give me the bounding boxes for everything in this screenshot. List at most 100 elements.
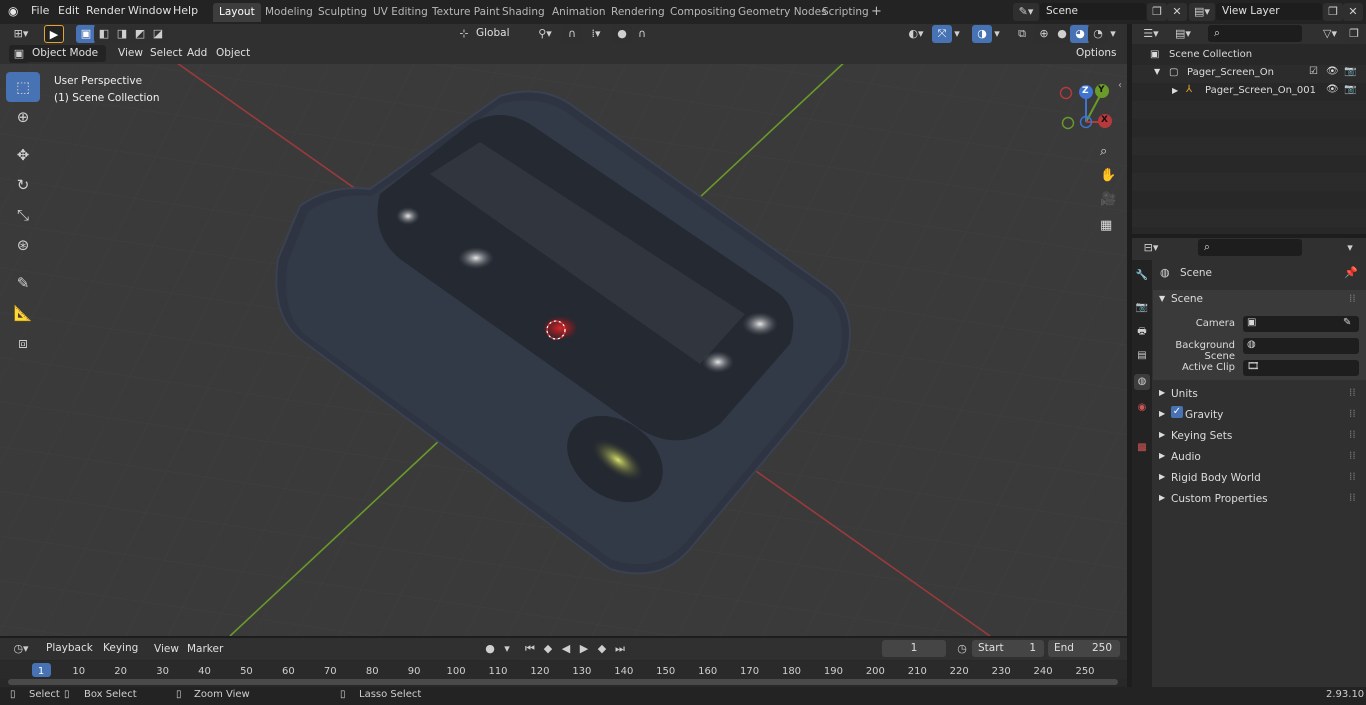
render-camera-icon[interactable]: 📷 (1344, 66, 1356, 77)
active-clip-field[interactable]: 🎞 (1243, 360, 1359, 376)
select-box-icon[interactable]: ⬚ (6, 72, 40, 102)
exclude-checkbox-icon[interactable]: ☑ (1309, 66, 1318, 77)
drag-handle-icon[interactable]: ⁞⁞ (1349, 450, 1356, 462)
view-layer-field[interactable]: View Layer (1216, 3, 1322, 20)
next-keyframe-icon[interactable]: ◆ (592, 640, 612, 658)
drag-handle-icon[interactable]: ⁞⁞ (1349, 429, 1356, 441)
filter-icon[interactable]: ▽▾ (1318, 25, 1342, 43)
output-tab-icon[interactable]: 🖶 (1134, 324, 1150, 340)
menu-view[interactable]: View (118, 47, 143, 59)
camera-view-icon[interactable]: 🎥 (1100, 192, 1116, 207)
new-scene-icon[interactable]: ❐ (1147, 3, 1167, 21)
add-workspace-button[interactable]: + (871, 4, 882, 19)
rigid-body-world-panel-header[interactable]: ▶ Rigid Body World ⁞⁞ (1153, 468, 1366, 488)
shading-rendered-icon[interactable]: ◔ (1088, 25, 1108, 43)
menu-edit[interactable]: Edit (58, 4, 79, 17)
editor-type-icon[interactable]: ⊞▾ (7, 25, 35, 43)
scale-icon[interactable]: ⤡ (6, 200, 40, 230)
drag-handle-icon[interactable]: ⁞⁞ (1349, 492, 1356, 504)
gizmo-z-label[interactable]: Z (1082, 86, 1089, 96)
pan-hand-icon[interactable]: ✋ (1100, 168, 1116, 183)
menu-add[interactable]: Add (187, 47, 207, 59)
expand-arrow-icon[interactable]: ▼ (1154, 67, 1160, 76)
eyedropper-icon[interactable]: ✎ (1343, 317, 1351, 328)
tab-animation[interactable]: Animation (546, 3, 612, 22)
scene-panel-header[interactable]: ▼ Scene ⁞⁞ (1153, 290, 1366, 310)
select-mode-new-icon[interactable]: ▣ (76, 25, 96, 43)
view-layer-tab-icon[interactable]: ▤ (1134, 348, 1150, 364)
select-mode-subtract-icon[interactable]: ◨ (112, 25, 132, 43)
menu-help[interactable]: Help (173, 4, 198, 17)
shading-dropdown-icon[interactable]: ▾ (1106, 25, 1120, 43)
visibility-eye-icon[interactable]: 👁 (1326, 66, 1339, 77)
texture-tab-icon[interactable]: ▩ (1134, 440, 1150, 456)
xray-icon[interactable]: ⧉ (1012, 25, 1032, 43)
object-label[interactable]: Pager_Screen_On_001 (1205, 85, 1316, 96)
collection-label[interactable]: Pager_Screen_On (1187, 67, 1274, 78)
prev-keyframe-icon[interactable]: ◆ (538, 640, 558, 658)
new-view-layer-icon[interactable]: ❐ (1323, 3, 1343, 21)
snap-target-icon[interactable]: ⁞▾ (584, 25, 608, 43)
display-mode-icon[interactable]: ▤▾ (1170, 25, 1196, 43)
auto-key-dropdown-icon[interactable]: ▾ (500, 640, 514, 658)
menu-file[interactable]: File (31, 4, 49, 17)
visibility-icon[interactable]: ◐▾ (904, 25, 928, 43)
menu-object[interactable]: Object (216, 47, 250, 59)
expand-arrow-icon[interactable]: ▶ (1172, 86, 1178, 95)
3d-viewport[interactable]: Z Y X User Perspective (1) Scene Collect… (0, 44, 1127, 636)
menu-select[interactable]: Select (150, 47, 182, 59)
scene-selector-icon[interactable]: ✎▾ (1013, 3, 1039, 21)
drag-handle-icon[interactable]: ⁞⁞ (1349, 471, 1356, 483)
custom-properties-panel-header[interactable]: ▶ Custom Properties ⁞⁞ (1153, 489, 1366, 509)
drag-handle-icon[interactable]: ⁞⁞ (1349, 408, 1356, 420)
timeline-view-menu[interactable]: View (154, 643, 179, 655)
end-frame-field[interactable]: End 250 (1048, 640, 1120, 657)
shading-solid-icon[interactable]: ● (1052, 25, 1072, 43)
cursor-icon[interactable]: ⊕ (6, 102, 40, 132)
proportional-edit-icon[interactable]: ● (612, 25, 632, 43)
render-tab-icon[interactable]: 📷 (1134, 300, 1150, 316)
overlay-toggle-icon[interactable]: ◑ (972, 25, 992, 43)
playback-menu[interactable]: Playback (40, 640, 96, 657)
select-mode-extend-icon[interactable]: ◧ (94, 25, 114, 43)
visibility-eye-icon[interactable]: 👁 (1326, 84, 1339, 95)
properties-search-input[interactable]: ⌕ (1198, 239, 1302, 256)
tab-uv-editing[interactable]: UV Editing (367, 3, 434, 22)
keying-sets-panel-header[interactable]: ▶ Keying Sets ⁞⁞ (1153, 426, 1366, 446)
background-scene-field[interactable]: ◍ (1243, 338, 1359, 354)
new-collection-icon[interactable]: ❐ (1344, 25, 1364, 43)
zoom-icon[interactable]: ⌕ (1100, 144, 1107, 159)
sidebar-toggle-icon[interactable]: ‹ (1118, 80, 1122, 91)
drag-handle-icon[interactable]: ⁞⁞ (1349, 387, 1356, 399)
select-mode-intersect-icon[interactable]: ◪ (148, 25, 168, 43)
tab-scripting[interactable]: Scripting (816, 3, 875, 22)
world-tab-icon[interactable]: ◉ (1134, 400, 1150, 416)
mode-dropdown[interactable]: Object Mode (26, 45, 106, 62)
falloff-icon[interactable]: ∩ (632, 25, 652, 43)
blender-logo-icon[interactable]: ◉ (8, 4, 18, 18)
gravity-checkbox-icon[interactable]: ✓ (1171, 406, 1183, 418)
gizmo-toggle-icon[interactable]: ⤧ (932, 25, 952, 43)
pivot-point-icon[interactable]: ⚲▾ (532, 25, 558, 43)
units-panel-header[interactable]: ▶ Units ⁞⁞ (1153, 384, 1366, 404)
timeline-scrollbar[interactable] (8, 679, 1118, 685)
menu-window[interactable]: Window (128, 4, 171, 17)
current-frame-field[interactable]: 1 (882, 640, 946, 657)
delete-view-layer-icon[interactable]: ✕ (1343, 3, 1363, 21)
record-keyframe-icon[interactable]: ● (480, 640, 500, 658)
tab-rendering[interactable]: Rendering (605, 3, 671, 22)
keying-menu[interactable]: Keying (97, 640, 147, 657)
jump-start-icon[interactable]: ⏮ (520, 640, 540, 658)
outliner-row-scene-collection[interactable]: ▣ Scene Collection (1132, 47, 1366, 65)
add-cube-icon[interactable]: ⧈ (6, 328, 40, 358)
transform-icon[interactable]: ⊛ (6, 230, 40, 260)
gizmo-y-label[interactable]: Y (1098, 85, 1105, 95)
scene-tab-icon[interactable]: ◍ (1134, 374, 1150, 390)
tab-shading[interactable]: Shading (496, 3, 551, 22)
outliner-search-input[interactable]: ⌕ (1208, 25, 1302, 42)
view-layer-selector-icon[interactable]: ▤▾ (1189, 3, 1215, 21)
move-icon[interactable]: ✥ (6, 140, 40, 170)
gizmo-dropdown-icon[interactable]: ▾ (950, 25, 964, 43)
outliner-editor-type-icon[interactable]: ☰▾ (1138, 25, 1164, 43)
properties-options-icon[interactable]: ▾ (1340, 239, 1360, 257)
